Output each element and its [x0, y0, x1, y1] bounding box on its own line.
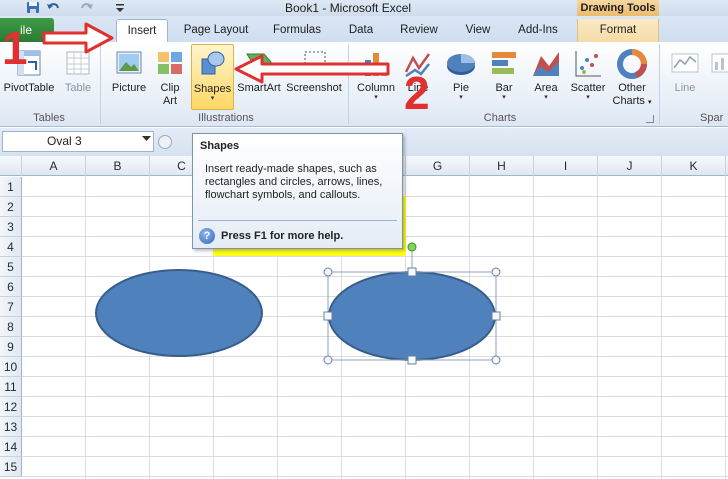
annotation-arrow-1 — [42, 22, 114, 54]
annotation-layer: 1 2 — [2, 22, 430, 119]
annotation-number-2: 2 — [404, 67, 430, 119]
annotation-arrow-2 — [234, 54, 390, 84]
annotation-number-1: 1 — [2, 22, 28, 74]
